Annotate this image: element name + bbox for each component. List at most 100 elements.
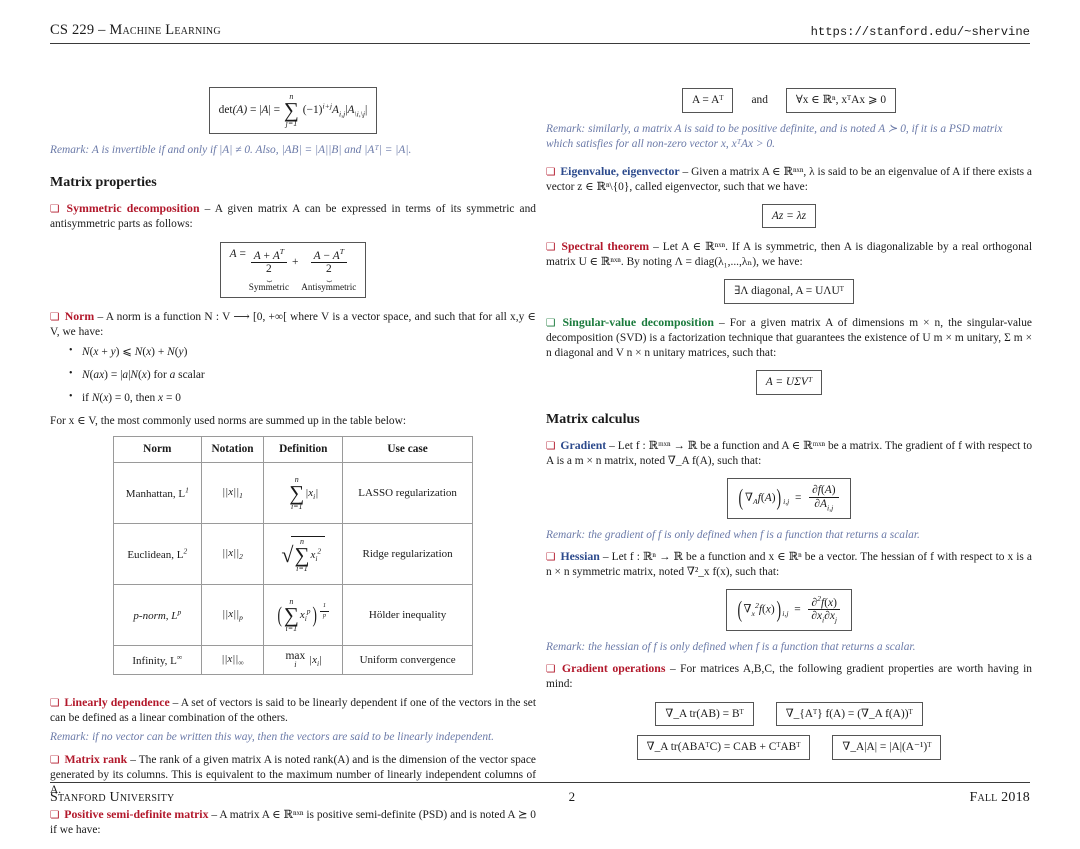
gradient-op-formula-1: ∇_A tr(AB) = Bᵀ — [655, 701, 754, 727]
gradient-operations-row-2: ∇_A tr(ABAᵀC) = CAB + CᵀABᵀ ∇_A|A| = |A|… — [546, 735, 1032, 761]
cell-norm-name: Infinity, L∞ — [113, 645, 202, 676]
col-header-use-case: Use case — [342, 436, 473, 464]
term-hessian: Hessian — [560, 548, 600, 563]
dash: – — [669, 662, 676, 675]
linearly-dependence-remark: Remark: if no vector can be written this… — [50, 731, 495, 744]
list-item: N(ax) = |a|N(x) for a scalar — [69, 367, 536, 383]
header-rule — [50, 43, 1030, 44]
square-bullet-icon: ❏ — [546, 440, 556, 453]
psd-text: ❏ Positive semi-definite matrix – A matr… — [50, 807, 536, 838]
hessian-text: ❏ Hessian – Let f : ℝⁿ → ℝ be a function… — [546, 549, 1032, 580]
entry-eigenvalue-eigenvector: ❏ Eigenvalue, eigenvector – Given a matr… — [546, 164, 1032, 229]
dash: – — [130, 754, 136, 767]
spectral-text: ❏ Spectral theorem – Let A ∈ ℝⁿˣⁿ. If A … — [546, 239, 1032, 270]
norm-table-intro: For x ∈ V, the most commonly used norms … — [50, 415, 407, 428]
entry-hessian: ❏ Hessian – Let f : ℝⁿ → ℝ be a function… — [546, 549, 1032, 655]
norm-body: A norm is a function N : V ⟶ [0, +∞[ whe… — [50, 310, 536, 338]
term-spectral-theorem: Spectral theorem — [561, 239, 650, 254]
determinant-remark: Remark: A is invertible if and only if |… — [50, 143, 412, 156]
square-bullet-icon: ❏ — [50, 809, 60, 822]
gradient-operations-row-1: ∇_A tr(AB) = Bᵀ ∇_{Aᵀ} f(A) = (∇_A f(A))… — [546, 701, 1032, 727]
term-linearly-dependence: Linearly dependence — [64, 695, 170, 710]
list-item: N(x + y) ⩽ N(x) + N(y) — [69, 344, 536, 360]
term-matrix-rank: Matrix rank — [64, 752, 128, 767]
entry-spectral-theorem: ❏ Spectral theorem – Let A ∈ ℝⁿˣⁿ. If A … — [546, 239, 1032, 304]
cell-definition: n ∑ i=1 |xi| — [263, 462, 344, 525]
linearly-dependence-text: ❏ Linearly dependence – A set of vectors… — [50, 695, 536, 726]
table-row: Euclidean, L2 ||x||2 √ n ∑ i=1 xi2 Ridge reg… — [113, 523, 473, 586]
term-singular-value-decomposition: Singular-value decomposition — [562, 314, 714, 329]
footer-page-number: 2 — [568, 789, 576, 804]
svd-formula: A = UΣVᵀ — [755, 370, 823, 395]
square-bullet-icon: ❏ — [50, 203, 60, 216]
cell-notation: ||x||2 — [200, 523, 265, 586]
heading-matrix-calculus: Matrix calculus — [546, 411, 640, 427]
dash: – — [719, 316, 725, 329]
symmetric-decomposition-formula: A = A + AT 2 ⏟ Symmetric + A − AT 2 ⏟ Anti… — [219, 241, 367, 298]
hessian-remark: Remark: the hessian of f is only defined… — [546, 640, 916, 653]
cell-definition: max i |xi| — [263, 645, 344, 676]
cell-norm-name: Manhattan, L1 — [113, 462, 202, 525]
gradient-operations-text: ❏ Gradient operations – For matrices A,B… — [546, 661, 1032, 692]
col-header-definition: Definition — [263, 436, 344, 464]
symmetric-decomposition-text: ❏ Symmetric decomposition – A given matr… — [50, 201, 536, 232]
heading-matrix-properties: Matrix properties — [50, 174, 157, 190]
norm-text: ❏ Norm – A norm is a function N : V ⟶ [0… — [50, 309, 536, 340]
dash: – — [172, 697, 179, 710]
dash: – — [609, 440, 615, 453]
cell-definition: √ n ∑ i=1 xi2 — [263, 523, 344, 586]
square-bullet-icon: ❏ — [546, 241, 556, 254]
table-row: Infinity, L∞ ||x||∞ max i |xi| Uniform co… — [113, 645, 473, 676]
gradient-op-formula-3: ∇_A tr(ABAᵀC) = CAB + CᵀABᵀ — [636, 735, 811, 761]
brace-antisymmetric: A − AT 2 ⏟ Antisymmetric — [301, 246, 357, 292]
square-bullet-icon: ❏ — [50, 697, 60, 710]
spectral-formula: ∃Λ diagonal, A = UΛUᵀ — [724, 279, 854, 304]
square-bullet-icon: ❏ — [546, 316, 556, 329]
brace-label-symmetric: Symmetric — [248, 281, 290, 292]
symmetric-decomposition-formula-box: A = A + AT 2 ⏟ Symmetric + A − AT 2 ⏟ Anti… — [50, 241, 536, 298]
table-row: p-norm, Lp ||x||p (n ∑ i=1 xip) 1 p Hölder in… — [113, 584, 473, 647]
gradient-body: Let f : ℝᵐˣⁿ → ℝ be a function and A ∈ ℝ… — [546, 440, 1033, 468]
entry-singular-value-decomposition: ❏ Singular-value decomposition – For a g… — [546, 315, 1032, 395]
header-course-title: CS 229 – Machine Learning — [50, 22, 221, 38]
eigen-formula-box: Az = λz — [546, 203, 1032, 229]
cell-notation: ||x||p — [200, 584, 265, 647]
cell-notation: ||x||1 — [200, 462, 265, 525]
dash: – — [653, 241, 659, 254]
svd-formula-box: A = UΣVᵀ — [546, 370, 1032, 395]
determinant-formula-box: det(A) = |A| = n ∑ j=1 (−1)i+jAi,j|A\i,\j| — [50, 87, 536, 134]
cell-notation: ||x||∞ — [200, 645, 265, 676]
cell-definition: (n ∑ i=1 xip) 1 p — [263, 584, 344, 647]
col-header-norm: Norm — [113, 436, 202, 464]
brace-symmetric: A + AT 2 ⏟ Symmetric — [248, 246, 290, 292]
gradient-formula: (∇Af(A)) i,j = ∂f(A) ∂Ai,j — [727, 478, 851, 519]
left-column: det(A) = |A| = n ∑ j=1 (−1)i+jAi,j|A\i,\j|… — [50, 78, 536, 849]
psd-formula-quadratic: ∀x ∈ ℝⁿ, xᵀAx ⩾ 0 — [785, 88, 897, 113]
entry-gradient: ❏ Gradient – Let f : ℝᵐˣⁿ → ℝ be a funct… — [546, 438, 1032, 542]
hessian-body: Let f : ℝⁿ → ℝ be a function and x ∈ ℝⁿ … — [546, 550, 1032, 578]
entry-linearly-dependence: ❏ Linearly dependence – A set of vectors… — [50, 695, 536, 745]
footer-rule — [50, 782, 1030, 783]
psd-formula-symmetric: A = Aᵀ — [681, 88, 734, 113]
entry-symmetric-decomposition: ❏ Symmetric decomposition – A given matr… — [50, 201, 536, 298]
term-psd: Positive semi-definite matrix — [64, 807, 209, 822]
gradient-op-formula-4: ∇_A|A| = |A|(A⁻¹)ᵀ — [832, 735, 942, 761]
norms-table: Norm Notation Definition Use case Manhat… — [113, 436, 473, 676]
square-bullet-icon: ❏ — [546, 550, 556, 563]
right-column: A = Aᵀ and ∀x ∈ ℝⁿ, xᵀAx ⩾ 0 Remark: sim… — [546, 78, 1032, 771]
norm-properties-list: N(x + y) ⩽ N(x) + N(y) N(ax) = |a|N(x) f… — [50, 344, 536, 406]
header-url[interactable]: https://stanford.edu/~shervine — [811, 25, 1030, 39]
dash: – — [97, 310, 104, 323]
footer-term: Fall 2018 — [969, 790, 1030, 805]
cell-norm-name: Euclidean, L2 — [113, 523, 202, 586]
spectral-formula-box: ∃Λ diagonal, A = UΛUᵀ — [546, 279, 1032, 304]
col-header-notation: Notation — [200, 436, 265, 464]
table-row: Manhattan, L1 ||x||1 n ∑ i=1 |xi| LASSO reg… — [113, 462, 473, 525]
hessian-formula-box: (∇x2f(x)) i,j = ∂2f(x) ∂xi∂xj — [546, 588, 1032, 631]
eigen-text: ❏ Eigenvalue, eigenvector – Given a matr… — [546, 164, 1032, 195]
table-header-row: Norm Notation Definition Use case — [113, 436, 473, 464]
dash: – — [602, 550, 609, 563]
cell-use-case: Hölder inequality — [342, 584, 473, 647]
footer-university: Stanford University — [50, 790, 175, 805]
gradient-text: ❏ Gradient – Let f : ℝᵐˣⁿ → ℝ be a funct… — [546, 438, 1032, 469]
